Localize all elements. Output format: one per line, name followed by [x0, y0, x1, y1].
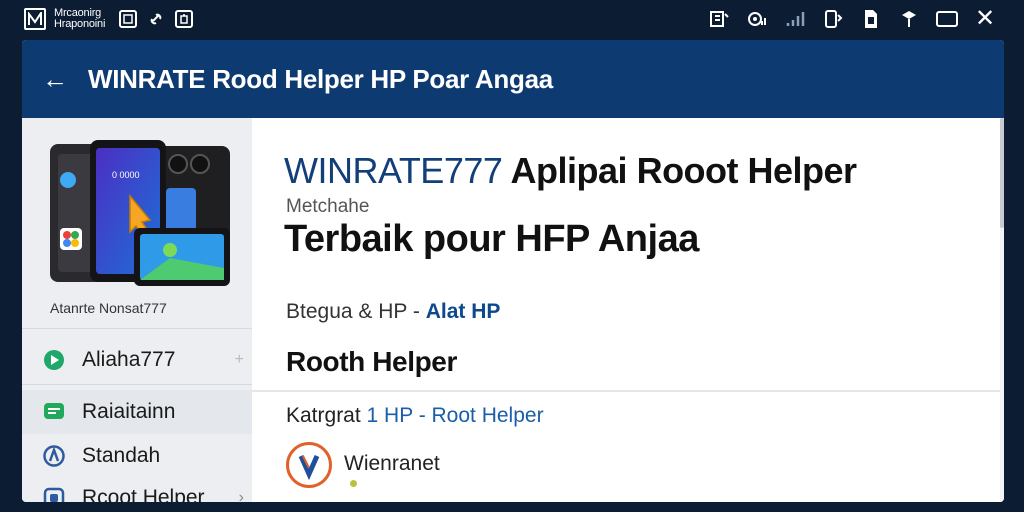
sidebar-item-label: Rcoot Helper	[82, 486, 205, 502]
breadcrumb: Btegua & HP - Alat HP	[286, 300, 500, 324]
category-link[interactable]: 1 HP - Root Helper	[367, 404, 544, 427]
play-icon	[42, 348, 66, 372]
nfc-icon	[822, 8, 844, 30]
breadcrumb-prefix: Btegua & HP -	[286, 300, 426, 323]
category-prefix: Katrgrat	[286, 404, 367, 427]
sidebar-item-label: Raiaitainn	[82, 400, 176, 423]
signal-icon	[784, 8, 806, 30]
breadcrumb-link-alat-hp[interactable]: Alat HP	[426, 300, 501, 323]
sidebar-item-standah[interactable]: Standah	[22, 434, 252, 478]
sidebar-item-label: Aliaha777	[82, 348, 176, 371]
add-icon[interactable]: +	[235, 351, 244, 369]
app-bar-title: WINRATE Rood Helper HP Poar Angaa	[88, 63, 553, 94]
app-logo-icon	[24, 8, 46, 30]
wifi-icon	[746, 8, 768, 30]
page-title: WINRATE777 Aplipai Rooot Helper	[284, 150, 857, 192]
content-card: WINRATE777 Aplipai Rooot Helper Metchahe…	[252, 118, 1004, 502]
winrate-logo-icon[interactable]	[286, 442, 332, 488]
svg-text:0 0000: 0 0000	[112, 170, 140, 180]
sidebar-divider	[22, 384, 252, 385]
chat-icon	[42, 400, 66, 424]
link-icon[interactable]	[145, 8, 167, 30]
status-brand-text: Mrcaonirg Hraponoini	[54, 8, 105, 30]
notification-icon[interactable]	[708, 8, 730, 30]
screenshot-icon[interactable]	[119, 10, 138, 28]
sidebar-divider	[22, 328, 252, 329]
sidebar-item-label: Standah	[82, 444, 161, 467]
sidebar-item-rcoot-helper[interactable]: Rcoot Helper ›	[22, 476, 252, 502]
back-arrow-icon[interactable]: ←	[34, 58, 76, 100]
status-dot	[350, 480, 357, 487]
scrollbar-thumb[interactable]	[1000, 118, 1004, 228]
sidebar-item-raiaitainn[interactable]: Raiaitainn	[22, 390, 252, 434]
battery-icon	[936, 8, 958, 30]
page-subtitle: Terbaik pour HFP Anjaa	[284, 218, 699, 260]
phone-caption: Atanrte Nonsat777	[50, 300, 167, 316]
title-brand: WINRATE777	[284, 150, 503, 191]
status-right-group: ✕	[708, 7, 996, 31]
sidebar-item-aliaha777[interactable]: Aliaha777 +	[22, 338, 252, 382]
meta-text: Metchahe	[286, 196, 370, 217]
location-icon	[898, 8, 920, 30]
section-title: Rooth Helper	[286, 346, 457, 377]
status-left-group: Mrcaonirg Hraponoini	[24, 8, 194, 30]
scrollbar-track[interactable]	[1000, 118, 1004, 502]
system-status-bar: Mrcaonirg Hraponoini ✕	[0, 0, 1024, 40]
brand-line-2: Hraponoini	[54, 18, 106, 30]
app-window: ← WINRATE Rood Helper HP Poar Angaa 0 00…	[22, 40, 1004, 502]
clipboard-icon[interactable]	[175, 10, 194, 28]
sidebar: 0 0000 Atanrte Nonsat777 Aliaha777 + Rai…	[22, 118, 252, 502]
item-label[interactable]: Wienranet	[344, 452, 440, 476]
content-divider	[252, 390, 1000, 392]
app-icon	[42, 486, 66, 502]
phone-illustration-icon: 0 0000	[50, 140, 230, 286]
close-icon[interactable]: ✕	[974, 7, 996, 31]
sim-icon	[860, 8, 882, 30]
app-top-bar: ← WINRATE Rood Helper HP Poar Angaa	[22, 40, 1004, 118]
chevron-right-icon: ›	[238, 489, 244, 502]
compass-icon	[42, 444, 66, 468]
title-rest: Aplipai Rooot Helper	[502, 150, 858, 191]
category-line: Katrgrat 1 HP - Root Helper	[286, 404, 544, 428]
